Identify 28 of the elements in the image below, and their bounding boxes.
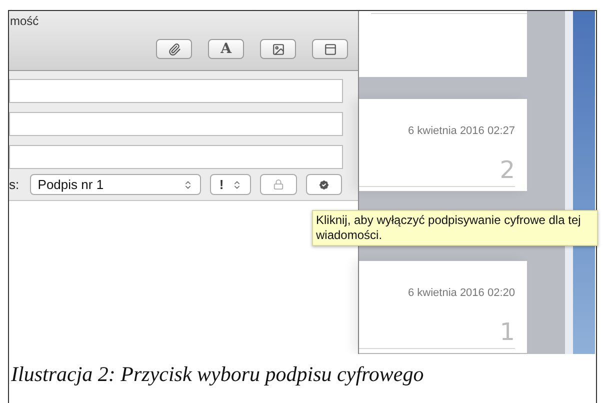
message-date: 6 kwietnia 2016 02:20 [408,286,515,301]
panel-icon [324,42,336,56]
attach-button[interactable] [156,39,192,59]
input-field[interactable] [9,112,343,136]
template-button[interactable] [312,39,348,59]
message-date: 6 kwietnia 2016 02:27 [408,124,515,139]
tooltip: Kliknij, aby wyłączyć podpisywanie cyfrowe dla tej wiadomości. [312,210,598,246]
stepper-icon [182,180,193,190]
format-button[interactable]: A [208,39,244,59]
photo-button[interactable] [260,39,296,59]
window-title: mość [9,13,40,30]
input-field[interactable] [9,145,343,169]
paperclip-icon [168,42,180,56]
lock-icon [272,179,284,190]
input-field[interactable] [9,79,343,103]
message-card[interactable]: 6 kwietnia 2016 02:27 2 [359,99,527,191]
signature-label: s: [9,176,20,194]
signature-select[interactable]: Podpis nr 1 [30,174,201,195]
message-number: 2 [500,158,515,182]
sign-button[interactable] [306,174,342,195]
priority-select[interactable]: ! [210,174,252,195]
message-number: 1 [500,320,515,344]
stepper-icon [232,180,242,190]
figure-caption: Ilustracja 2: Przycisk wyboru podpisu cyfrowego [10,361,425,388]
image-icon [272,42,284,56]
message-card[interactable]: 6 kwietnia 2016 02:20 1 [359,261,527,353]
badge-check-icon [318,178,330,190]
encrypt-button[interactable] [260,174,297,195]
